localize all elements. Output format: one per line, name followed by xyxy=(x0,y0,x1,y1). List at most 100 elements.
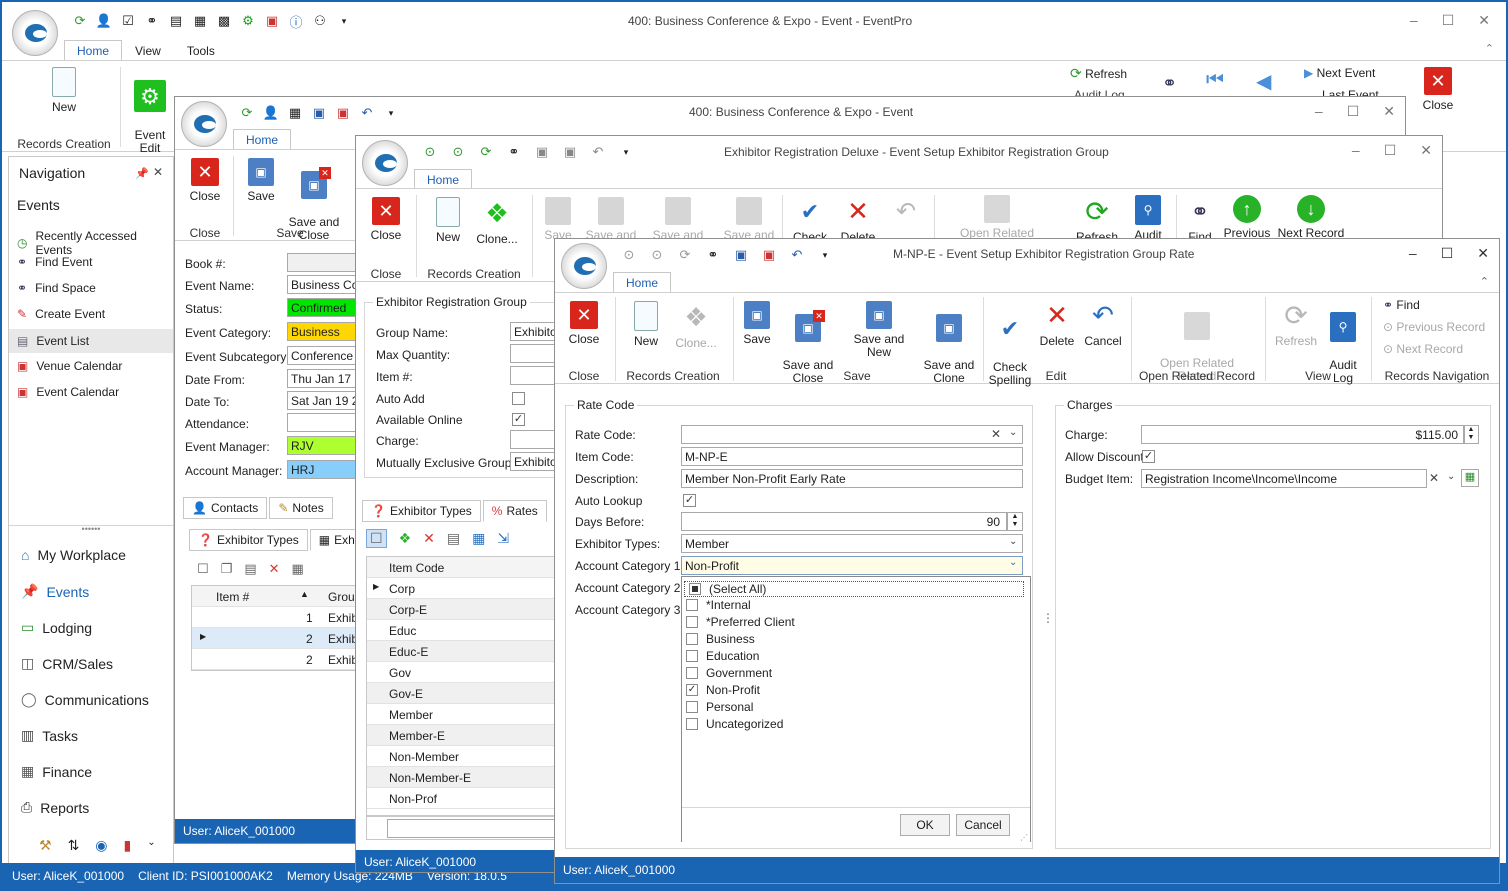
new-button[interactable]: New xyxy=(42,67,86,114)
binoculars-icon[interactable]: ⚭ xyxy=(144,13,160,29)
charge-field[interactable]: $115.00 xyxy=(1141,425,1465,444)
rate-code-dropdown[interactable] xyxy=(681,425,1023,444)
undo-icon[interactable]: ↶ xyxy=(789,247,805,263)
exgroup-new-button[interactable]: New xyxy=(426,197,470,244)
user-edit-icon[interactable]: 👤 xyxy=(96,13,112,29)
close-icon[interactable]: ✕ xyxy=(153,165,163,179)
item-code-field[interactable]: M-NP-E xyxy=(681,447,1023,466)
close-icon[interactable]: ✕ xyxy=(1478,12,1490,29)
chevron-down-icon[interactable]: ⌄ xyxy=(1009,536,1017,547)
user-edit-icon[interactable]: 👤 xyxy=(263,105,279,121)
exhibitor-types-dropdown[interactable]: Member xyxy=(681,534,1023,553)
tab-rates[interactable]: % Rates xyxy=(482,500,547,522)
close-icon[interactable]: ✕ xyxy=(1383,103,1395,120)
clone-icon[interactable]: ❖ xyxy=(399,530,412,547)
globe-icon[interactable]: ◉ xyxy=(95,837,107,854)
module-events[interactable]: 📌 Events xyxy=(21,583,89,600)
previous-circle-icon[interactable]: ⊙ xyxy=(621,247,637,263)
exgroup-save-button[interactable]: Save xyxy=(538,197,578,242)
save-close-icon[interactable]: ▣ xyxy=(335,105,351,121)
allow-discount-checkbox[interactable]: ✓ xyxy=(1142,450,1155,463)
indeterminate-checkbox-icon[interactable] xyxy=(689,583,701,595)
binoculars-icon[interactable]: ⚭ xyxy=(506,144,522,160)
refresh-icon[interactable]: ⟳ xyxy=(478,144,494,160)
checkbox-icon[interactable] xyxy=(686,616,698,628)
maximize-icon[interactable]: ☐ xyxy=(1441,245,1454,262)
nav-item-recently-accessed[interactable]: ◷ Recently Accessed Events xyxy=(17,229,173,257)
checkbox-icon[interactable] xyxy=(686,650,698,662)
exgroup-open-related-button[interactable]: Open Related xyxy=(952,195,1042,240)
document-icon[interactable]: ▤ xyxy=(168,13,184,29)
rate-save-button[interactable]: ▣ Save xyxy=(739,301,775,346)
refresh-button[interactable]: ⟳ Refresh xyxy=(1070,66,1140,81)
maximize-icon[interactable]: ☐ xyxy=(1384,142,1397,159)
exgroup-clone-button[interactable]: ❖ Clone... xyxy=(472,197,522,246)
exgroup-cancel-button[interactable]: ↶ xyxy=(884,195,928,231)
edit-icon[interactable]: ▤ xyxy=(447,530,460,547)
nav-item-find-space[interactable]: ⚭ Find Space xyxy=(17,281,96,295)
chevron-down-icon[interactable]: ⌄ xyxy=(1447,471,1455,482)
description-field[interactable]: Member Non-Profit Early Rate xyxy=(681,469,1023,488)
app-logo-icon[interactable] xyxy=(12,10,58,56)
dropdown-option[interactable]: ✓ Non-Profit xyxy=(686,683,760,697)
chart-icon[interactable]: ▮ xyxy=(124,837,132,854)
exgroup-next-record-button[interactable]: ↓ Next Record xyxy=(1274,195,1348,240)
tab-exhibitor-types[interactable]: ❓ Exhibitor Types xyxy=(362,500,481,522)
charge-spinner[interactable]: ▲ ▼ xyxy=(1463,425,1479,444)
new-icon[interactable]: ☐ xyxy=(197,561,209,577)
event-close-button[interactable]: ✕ Close xyxy=(183,158,227,203)
nav-item-venue-calendar[interactable]: ▣ Venue Calendar xyxy=(17,359,122,373)
customize-arrow-icon[interactable]: ▾ xyxy=(817,247,833,263)
binoculars-icon[interactable]: ⚭ xyxy=(705,247,721,263)
grid-icon[interactable]: ▦ xyxy=(292,561,304,577)
undo-icon[interactable]: ↶ xyxy=(590,144,606,160)
exgroup-previous-button[interactable]: ↑ Previous xyxy=(1220,195,1274,240)
dropdown-option[interactable]: Personal xyxy=(686,700,753,714)
binoculars-icon[interactable]: ⚭ xyxy=(1162,73,1177,94)
chevron-down-icon[interactable]: ⌄ xyxy=(1009,557,1017,568)
event-save-button[interactable]: ▣ Save xyxy=(239,158,283,203)
table-row[interactable]: Educ-E xyxy=(367,641,555,662)
splitter-handle[interactable]: ⋮ xyxy=(1042,611,1054,625)
exgroup-check-button[interactable]: ✔ Check xyxy=(788,195,832,244)
chevron-down-icon[interactable]: ⌄ xyxy=(1009,427,1017,438)
table-row[interactable]: Educ xyxy=(367,620,555,641)
dropdown-option[interactable]: (Select All) xyxy=(684,581,1024,597)
event-edit-button[interactable]: ⚙ Event Edit xyxy=(128,67,172,155)
info-icon[interactable]: ⓘ xyxy=(288,13,304,30)
minimize-icon[interactable]: – xyxy=(1410,12,1418,29)
nav-item-event-list[interactable]: ▤ Event List xyxy=(9,329,173,353)
table-row[interactable]: Gov-E xyxy=(367,683,555,704)
available-online-checkbox[interactable]: ✓ xyxy=(512,413,525,426)
ribbon-collapse-icon[interactable]: ⌃ xyxy=(1480,275,1489,288)
table-row[interactable]: Non-Member xyxy=(367,746,555,767)
ribbon-collapse-icon[interactable]: ⌃ xyxy=(1485,42,1494,55)
rate-cancel-button[interactable]: ↶ Cancel xyxy=(1081,299,1125,348)
checked-checkbox-icon[interactable]: ✓ xyxy=(686,684,698,696)
rate-new-button[interactable]: New xyxy=(625,301,667,348)
column-header-item-code[interactable]: Item Code xyxy=(389,561,444,575)
save-icon[interactable]: ▣ xyxy=(311,105,327,121)
splitter-handle[interactable]: •••••• xyxy=(9,525,173,534)
exgroup-close-button[interactable]: ✕ Close xyxy=(364,197,408,242)
dropdown-option[interactable]: Uncategorized xyxy=(686,717,783,731)
module-tasks[interactable]: ▥ Tasks xyxy=(21,727,78,744)
export-icon[interactable]: ⇲ xyxy=(497,530,509,547)
edit-icon[interactable]: ▤ xyxy=(244,561,256,577)
dropdown-option[interactable]: Business xyxy=(686,632,755,646)
table-row[interactable]: ▶ Corp xyxy=(367,578,555,599)
table-row[interactable]: Non-Prof xyxy=(367,788,555,809)
refresh-icon[interactable]: ⟳ xyxy=(239,105,255,121)
next-event-button[interactable]: ▶ Next Event xyxy=(1304,67,1394,80)
rate-clone-button[interactable]: ❖ Clone... xyxy=(669,301,723,350)
minimize-icon[interactable]: – xyxy=(1409,245,1417,262)
tools-icon[interactable]: ⚒ xyxy=(39,837,52,854)
exgroup-save-and-clone-button[interactable]: Save and xyxy=(722,197,776,242)
days-before-field[interactable]: 90 xyxy=(681,512,1007,531)
table-row[interactable]: 2 Exhibi xyxy=(192,649,361,670)
account-category-1-dropdown[interactable]: Non-Profit xyxy=(681,556,1023,575)
module-reports[interactable]: ⎙ Reports xyxy=(21,799,89,816)
checkbox-icon[interactable] xyxy=(686,667,698,679)
first-record-icon[interactable]: ⏮ xyxy=(1206,69,1224,92)
dropdown-option[interactable]: *Preferred Client xyxy=(686,615,795,629)
